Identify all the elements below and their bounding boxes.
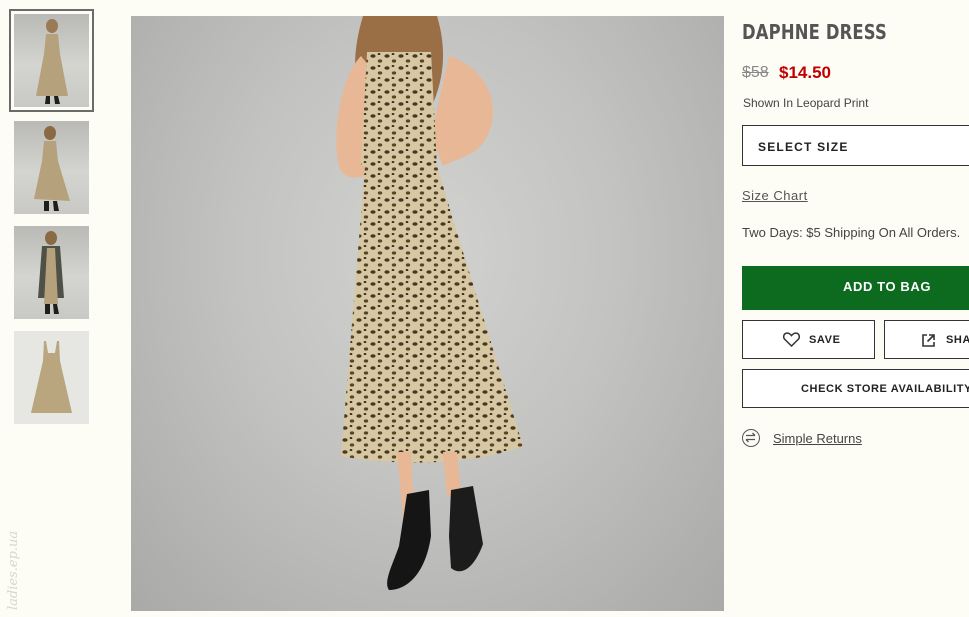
size-select-label: SELECT SIZE bbox=[758, 140, 849, 154]
share-button[interactable]: SHARE bbox=[884, 320, 969, 359]
main-product-image[interactable] bbox=[131, 16, 724, 611]
thumbnail-cardigan-image bbox=[38, 231, 64, 314]
check-store-availability-button[interactable]: CHECK STORE AVAILABILITY bbox=[742, 369, 969, 408]
add-to-bag-button[interactable]: ADD TO BAG bbox=[742, 266, 969, 310]
heart-icon bbox=[783, 332, 800, 347]
thumbnail-back-image bbox=[34, 126, 70, 211]
product-details: DAPHNE DRESS $58 $14.50 Shown In Leopard… bbox=[742, 0, 969, 617]
simple-returns-link[interactable]: Simple Returns bbox=[773, 431, 862, 446]
thumbnail-flat[interactable] bbox=[14, 331, 89, 424]
shipping-info: Two Days: $5 Shipping On All Orders. bbox=[742, 225, 961, 240]
thumbnail-back[interactable] bbox=[14, 121, 89, 214]
product-title: DAPHNE DRESS bbox=[742, 20, 887, 44]
returns-icon bbox=[742, 429, 760, 447]
sale-price: $14.50 bbox=[779, 63, 831, 82]
size-select[interactable]: SELECT SIZE bbox=[742, 125, 969, 166]
save-button[interactable]: SAVE bbox=[742, 320, 875, 359]
thumbnail-flat-image bbox=[31, 341, 72, 413]
check-store-label: CHECK STORE AVAILABILITY bbox=[801, 383, 969, 395]
save-label: SAVE bbox=[809, 334, 841, 346]
watermark-text: ladies.ep.ua bbox=[6, 530, 21, 610]
original-price: $58 bbox=[742, 64, 769, 81]
thumbnail-front-image bbox=[36, 19, 68, 104]
add-to-bag-label: ADD TO BAG bbox=[843, 279, 932, 294]
share-label: SHARE bbox=[946, 334, 969, 346]
thumbnail-front[interactable] bbox=[9, 9, 94, 112]
share-icon bbox=[922, 334, 935, 347]
thumbnail-cardigan[interactable] bbox=[14, 226, 89, 319]
size-chart-link[interactable]: Size Chart bbox=[742, 188, 808, 203]
model-figure bbox=[336, 16, 523, 590]
color-label: Shown In Leopard Print bbox=[743, 96, 869, 110]
